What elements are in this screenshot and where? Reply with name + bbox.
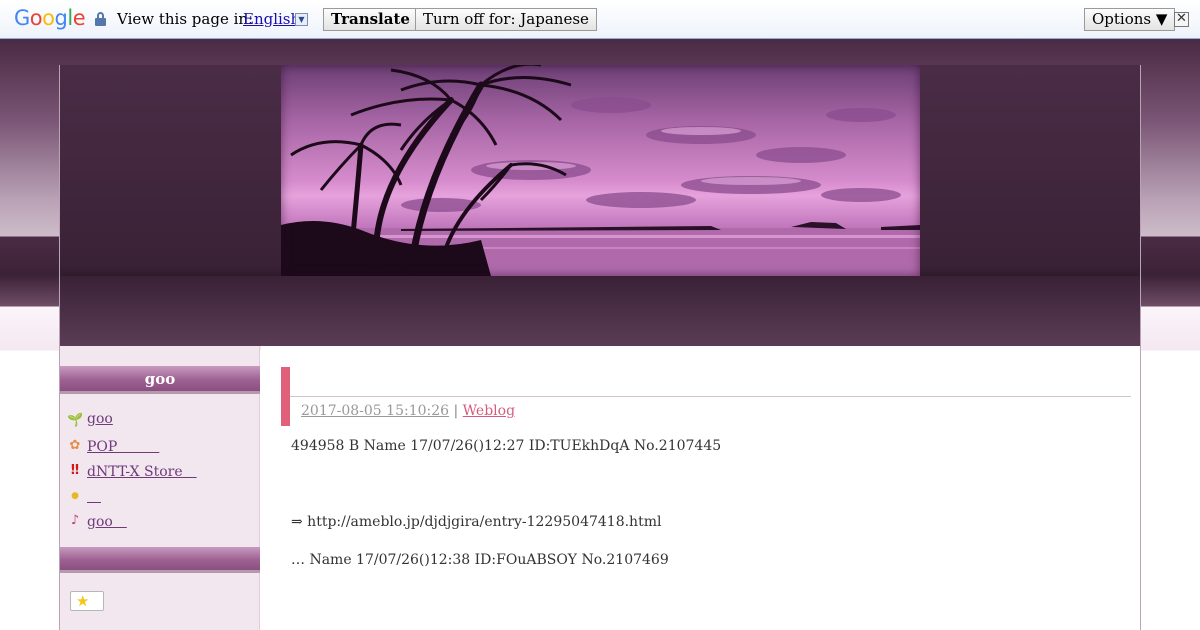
sidebar-heading: goo: [60, 366, 260, 394]
translate-bar: Google View this page in: English ▼ Tran…: [0, 0, 1200, 39]
sprout-icon: 🌱: [67, 413, 84, 428]
lock-icon: [95, 12, 106, 26]
view-page-in-label: View this page in:: [117, 10, 254, 28]
star-button[interactable]: ★: [70, 591, 104, 611]
sidebar-item-label[interactable]: [87, 486, 101, 506]
post-line: ⇒ http://ameblo.jp/djdjgira/entry-122950…: [291, 514, 662, 530]
sidebar-item-label[interactable]: dNTT-X Store: [87, 461, 197, 481]
sidebar-item-label[interactable]: goo: [87, 511, 127, 531]
post-title-rule: [290, 396, 1131, 397]
post-title-accent: [281, 367, 290, 426]
post-category-link[interactable]: Weblog: [463, 403, 515, 419]
chevron-down-icon[interactable]: ▼: [295, 13, 308, 26]
close-icon[interactable]: ✕: [1174, 12, 1189, 27]
post-line: … Name 17/07/26()12:38 ID:FOuABSOY No.21…: [291, 552, 669, 568]
bulb-icon: ●: [71, 491, 79, 501]
post-date-link[interactable]: 2017-08-05 15:10:26: [301, 403, 449, 419]
flower-icon: ✿: [69, 438, 81, 453]
turn-off-button[interactable]: Turn off for: Japanese: [415, 8, 597, 31]
options-button[interactable]: Options ▼: [1084, 8, 1176, 31]
header-banner-image: [281, 65, 920, 276]
sidebar-item-label[interactable]: POP: [87, 436, 159, 456]
post-line: 494958 B Name 17/07/26()12:27 ID:TUEkhDq…: [291, 438, 722, 454]
double-exclamation-icon: ‼: [70, 463, 80, 478]
meta-separator: |: [453, 403, 459, 419]
music-note-icon: ♪: [70, 513, 80, 528]
post-meta: 2017-08-05 15:10:26 | Weblog: [301, 403, 515, 419]
language-select[interactable]: English: [243, 10, 300, 28]
star-icon: ★: [76, 592, 90, 610]
main-content: 2017-08-05 15:10:26 | Weblog 494958 B Na…: [261, 346, 1140, 630]
sidebar: goo 🌱 goo ✿ POP ‼ dNTT-X Store ● ♪ goo ★: [60, 346, 260, 630]
sidebar-heading-2: [60, 547, 260, 573]
blog-frame: goo 🌱 goo ✿ POP ‼ dNTT-X Store ● ♪ goo ★…: [59, 65, 1141, 630]
header-strip: [60, 276, 1140, 346]
sidebar-item-label[interactable]: goo: [87, 411, 113, 427]
translate-button[interactable]: Translate: [323, 8, 418, 31]
blog-header: [60, 65, 1140, 346]
google-logo: Google: [14, 6, 86, 30]
